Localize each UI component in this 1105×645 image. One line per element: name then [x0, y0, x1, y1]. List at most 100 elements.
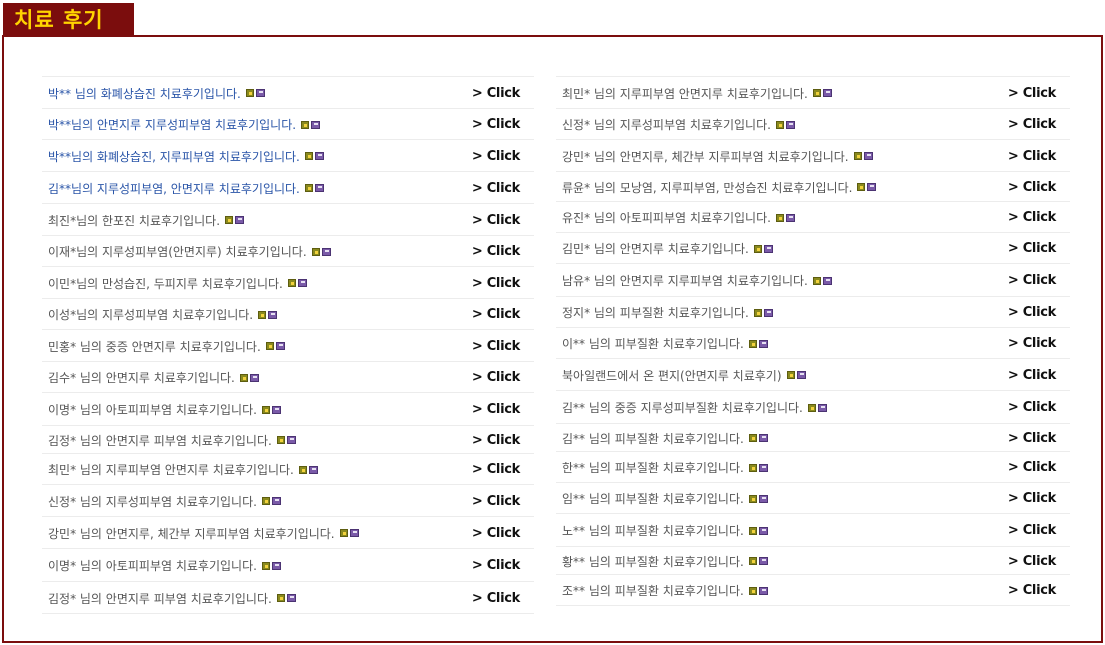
review-icons — [753, 244, 773, 253]
review-title-link[interactable]: 강민* 님의 안면지루, 체간부 지루피부염 치료후기입니다. — [48, 517, 359, 549]
review-title-link[interactable]: 최민* 님의 지루피부염 안면지루 치료후기입니다. — [48, 454, 318, 485]
attachment-image-icon — [261, 405, 270, 414]
review-title-link[interactable]: 이성*님의 지루성피부염 치료후기입니다. — [48, 299, 278, 330]
review-title-link[interactable]: 이민*님의 만성습진, 두피지루 치료후기입니다. — [48, 267, 307, 299]
review-icons — [225, 216, 245, 224]
review-icons — [311, 247, 331, 256]
review-title-link[interactable]: 박**님의 화폐상습진, 지루피부염 치료후기입니다. — [48, 140, 324, 172]
review-title-link[interactable]: 김** 님의 피부질환 치료후기입니다. — [562, 424, 768, 452]
review-title-link[interactable]: 신정* 님의 지루성피부염 치료후기입니다. — [562, 109, 795, 140]
attachment-image-icon — [339, 529, 348, 537]
review-title-text: 조** 님의 피부질환 치료후기입니다. — [562, 584, 744, 598]
review-title-link[interactable]: 강민* 님의 안면지루, 체간부 지루피부염 치료후기입니다. — [562, 140, 873, 172]
click-link[interactable]: > Click — [1008, 547, 1056, 575]
click-link[interactable]: > Click — [1008, 452, 1056, 483]
review-title-link[interactable]: 한** 님의 피부질환 치료후기입니다. — [562, 452, 768, 483]
click-link[interactable]: > Click — [1008, 391, 1056, 424]
review-title-link[interactable]: 민홍* 님의 중증 안면지루 치료후기입니다. — [48, 330, 285, 362]
click-link[interactable]: > Click — [472, 517, 520, 549]
review-title-link[interactable]: 이명* 님의 아토피피부염 치료후기입니다. — [48, 549, 281, 582]
review-title-text: 임** 님의 피부질환 치료후기입니다. — [562, 492, 744, 506]
click-link[interactable]: > Click — [1008, 359, 1056, 391]
click-link[interactable]: > Click — [1008, 514, 1056, 547]
review-title-link[interactable]: 김민* 님의 안면지루 치료후기입니다. — [562, 233, 773, 264]
review-title-link[interactable]: 김정* 님의 안면지루 피부염 치료후기입니다. — [48, 426, 296, 454]
review-title-link[interactable]: 박** 님의 화폐상습진 치료후기입니다. — [48, 77, 265, 109]
click-link[interactable]: > Click — [472, 393, 520, 426]
review-title-link[interactable]: 김정* 님의 안면지루 피부염 치료후기입니다. — [48, 582, 296, 614]
review-title-link[interactable]: 김** 님의 중증 지루성피부질환 치료후기입니다. — [562, 391, 827, 424]
click-link[interactable]: > Click — [1008, 77, 1056, 109]
click-link[interactable]: > Click — [472, 549, 520, 582]
click-link[interactable]: > Click — [472, 172, 520, 204]
click-link[interactable]: > Click — [1008, 328, 1056, 359]
review-title-text: 유진* 님의 아토피피부염 치료후기입니다. — [562, 211, 771, 225]
click-link[interactable]: > Click — [472, 299, 520, 330]
click-link[interactable]: > Click — [472, 236, 520, 267]
save-disk-icon — [349, 529, 359, 537]
save-disk-icon — [758, 494, 768, 503]
review-title-link[interactable]: 이명* 님의 아토피피부염 치료후기입니다. — [48, 393, 281, 426]
click-link[interactable]: > Click — [472, 362, 520, 393]
review-icons — [853, 152, 873, 160]
save-disk-icon — [763, 244, 773, 253]
review-title-link[interactable]: 이** 님의 피부질환 치료후기입니다. — [562, 328, 768, 359]
click-link[interactable]: > Click — [1008, 483, 1056, 514]
review-icons — [239, 373, 259, 382]
click-link[interactable]: > Click — [472, 485, 520, 517]
section-title-tab: 치료 후기 — [3, 3, 134, 35]
review-title-link[interactable]: 황** 님의 피부질환 치료후기입니다. — [562, 547, 768, 575]
review-title-link[interactable]: 노** 님의 피부질환 치료후기입니다. — [562, 514, 768, 547]
click-link[interactable]: > Click — [472, 330, 520, 362]
review-title-link[interactable]: 최진*님의 한포진 치료후기입니다. — [48, 204, 245, 236]
click-link[interactable]: > Click — [472, 77, 520, 109]
review-title-link[interactable]: 유진* 님의 아토피피부염 치료후기입니다. — [562, 202, 795, 233]
review-title-link[interactable]: 류윤* 님의 모낭염, 지루피부염, 만성습진 치료후기입니다. — [562, 172, 877, 202]
review-title-link[interactable]: 임** 님의 피부질환 치료후기입니다. — [562, 483, 768, 514]
attachment-image-icon — [753, 308, 762, 317]
save-disk-icon — [863, 152, 873, 160]
click-link[interactable]: > Click — [1008, 233, 1056, 264]
save-disk-icon — [867, 183, 877, 191]
review-row: 김정* 님의 안면지루 피부염 치료후기입니다. > Click — [42, 425, 534, 454]
save-disk-icon — [308, 465, 318, 474]
click-link[interactable]: > Click — [472, 426, 520, 454]
click-link[interactable]: > Click — [472, 204, 520, 236]
review-row: 이명* 님의 아토피피부염 치료후기입니다. > Click — [42, 392, 534, 426]
attachment-image-icon — [853, 152, 862, 160]
review-title-text: 김정* 님의 안면지루 피부염 치료후기입니다. — [48, 433, 272, 448]
review-title-link[interactable]: 북아일랜드에서 온 편지(안면지루 치료후기) — [562, 359, 806, 391]
review-title-link[interactable]: 정지* 님의 피부질환 치료후기입니다. — [562, 297, 773, 328]
click-link[interactable]: > Click — [472, 454, 520, 485]
click-link[interactable]: > Click — [1008, 264, 1056, 297]
save-disk-icon — [758, 339, 768, 348]
review-title-link[interactable]: 김**님의 지루성피부염, 안면지루 치료후기입니다. — [48, 172, 324, 204]
review-title-link[interactable]: 이재*님의 지루성피부염(안면지루) 치료후기입니다. — [48, 236, 331, 267]
click-link[interactable]: > Click — [472, 582, 520, 614]
review-icons — [245, 89, 265, 97]
review-title-text: 김민* 님의 안면지루 치료후기입니다. — [562, 242, 749, 256]
click-link[interactable]: > Click — [472, 109, 520, 140]
click-link[interactable]: > Click — [1008, 575, 1056, 606]
review-title-link[interactable]: 최민* 님의 지루피부염 안면지루 치료후기입니다. — [562, 77, 832, 109]
click-link[interactable]: > Click — [1008, 140, 1056, 172]
attachment-image-icon — [287, 279, 296, 287]
click-link[interactable]: > Click — [1008, 202, 1056, 233]
review-title-link[interactable]: 박**님의 안면지루 지루성피부염 치료후기입니다. — [48, 109, 321, 140]
attachment-image-icon — [261, 561, 270, 570]
review-title-link[interactable]: 조** 님의 피부질환 치료후기입니다. — [562, 575, 768, 606]
click-link[interactable]: > Click — [1008, 109, 1056, 140]
click-link[interactable]: > Click — [472, 267, 520, 299]
review-title-text: 김**님의 지루성피부염, 안면지루 치료후기입니다. — [48, 181, 300, 196]
click-link[interactable]: > Click — [1008, 172, 1056, 202]
review-title-link[interactable]: 남유* 님의 안면지루 지루피부염 치료후기입니다. — [562, 264, 832, 297]
click-link[interactable]: > Click — [1008, 297, 1056, 328]
review-title-link[interactable]: 김수* 님의 안면지루 치료후기입니다. — [48, 362, 259, 393]
review-title-text: 최민* 님의 지루피부염 안면지루 치료후기입니다. — [562, 86, 808, 101]
click-link[interactable]: > Click — [472, 140, 520, 172]
click-link[interactable]: > Click — [1008, 424, 1056, 452]
attachment-image-icon — [748, 339, 757, 348]
save-disk-icon — [822, 276, 832, 285]
review-title-link[interactable]: 신정* 님의 지루성피부염 치료후기입니다. — [48, 485, 281, 517]
review-icons — [786, 371, 806, 379]
